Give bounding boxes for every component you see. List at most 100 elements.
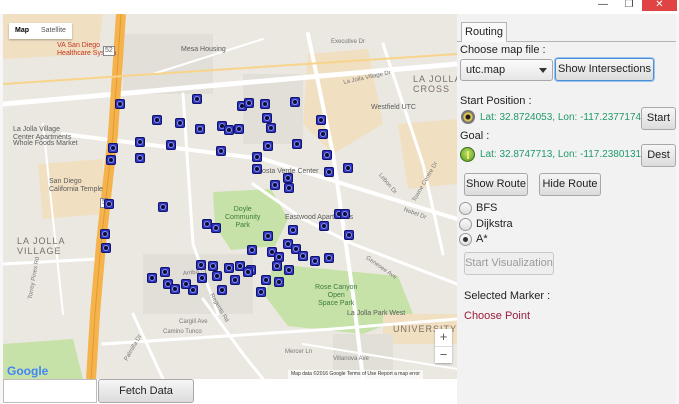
intersection-marker[interactable]	[283, 173, 293, 183]
start-visualization-button[interactable]: Start Visualization	[464, 252, 554, 275]
fetch-input[interactable]	[3, 379, 97, 403]
intersection-marker[interactable]	[266, 123, 276, 133]
intersection-marker[interactable]	[343, 163, 353, 173]
intersection-marker[interactable]	[284, 183, 294, 193]
close-button[interactable]: ✕	[642, 0, 677, 11]
intersection-marker[interactable]	[166, 140, 176, 150]
intersection-marker[interactable]	[192, 94, 202, 104]
intersection-marker[interactable]	[310, 256, 320, 266]
intersection-marker[interactable]	[108, 143, 118, 153]
intersection-marker[interactable]	[230, 275, 240, 285]
show-intersections-button[interactable]: Show Intersections	[555, 58, 654, 81]
map-label-la-jolla-cross: LA JOLLA CROSS	[413, 74, 457, 94]
intersection-marker[interactable]	[224, 125, 234, 135]
intersection-marker[interactable]	[100, 229, 110, 239]
map-label-rose-canyon: Rose Canyon Open Space Park	[315, 284, 358, 307]
intersection-marker[interactable]	[170, 284, 180, 294]
hide-route-button[interactable]: Hide Route	[539, 173, 601, 196]
map-label-westfield: Westfield UTC	[371, 104, 416, 111]
intersection-marker[interactable]	[147, 273, 157, 283]
start-position-label: Start Position :	[460, 95, 532, 107]
chevron-down-icon	[539, 68, 547, 73]
map-label-la-jolla-village: LA JOLLA VILLAGE	[17, 236, 66, 256]
intersection-marker[interactable]	[263, 231, 273, 241]
intersection-marker[interactable]	[224, 263, 234, 273]
intersection-marker[interactable]	[181, 279, 191, 289]
intersection-marker[interactable]	[252, 152, 262, 162]
radio-bfs-label: BFS	[476, 202, 498, 214]
intersection-marker[interactable]	[234, 124, 244, 134]
intersection-marker[interactable]	[256, 287, 266, 297]
intersection-marker[interactable]	[322, 150, 332, 160]
intersection-marker[interactable]	[247, 245, 257, 255]
intersection-marker[interactable]	[244, 98, 254, 108]
intersection-marker[interactable]	[288, 225, 298, 235]
window-titlebar	[0, 0, 679, 14]
minimize-button[interactable]: —	[590, 0, 616, 11]
goal-marker-icon	[460, 147, 475, 162]
goal-coordinates: Lat: 32.8747713, Lon: -117.2380131	[480, 149, 642, 160]
intersection-marker[interactable]	[319, 221, 329, 231]
map-type-map[interactable]: Map	[9, 23, 35, 39]
intersection-marker[interactable]	[197, 273, 207, 283]
radio-astar-label: A*	[476, 233, 488, 245]
intersection-marker[interactable]	[272, 261, 282, 271]
intersection-marker[interactable]	[211, 223, 221, 233]
intersection-marker[interactable]	[298, 251, 308, 261]
intersection-marker[interactable]	[340, 209, 350, 219]
intersection-marker[interactable]	[217, 285, 227, 295]
intersection-marker[interactable]	[292, 139, 302, 149]
map-view[interactable]: Map Satellite VA San Diego Healthcare Sy…	[3, 14, 457, 379]
intersection-marker[interactable]	[160, 267, 170, 277]
intersection-marker[interactable]	[262, 113, 272, 123]
intersection-marker[interactable]	[212, 271, 222, 281]
start-button[interactable]: Start	[641, 107, 676, 130]
radio-astar[interactable]	[459, 233, 472, 246]
intersection-marker[interactable]	[290, 97, 300, 107]
intersection-marker[interactable]	[135, 153, 145, 163]
intersection-marker[interactable]	[158, 202, 168, 212]
intersection-marker[interactable]	[261, 275, 271, 285]
intersection-marker[interactable]	[195, 124, 205, 134]
dest-button[interactable]: Dest	[641, 144, 676, 167]
map-label-executive-dr: Executive Dr	[331, 39, 366, 45]
map-attribution[interactable]: Map data ©2016 Google Terms of Use Repor…	[288, 370, 423, 379]
intersection-marker[interactable]	[318, 129, 328, 139]
intersection-marker[interactable]	[316, 115, 326, 125]
intersection-marker[interactable]	[101, 243, 111, 253]
map-label-mesa-housing: Mesa Housing	[181, 46, 226, 53]
intersection-marker[interactable]	[324, 167, 334, 177]
show-route-button[interactable]: Show Route	[464, 173, 528, 196]
intersection-marker[interactable]	[152, 115, 162, 125]
map-type-control[interactable]: Map Satellite	[9, 23, 72, 39]
intersection-marker[interactable]	[270, 180, 280, 190]
intersection-marker[interactable]	[252, 164, 262, 174]
map-label-camino-tunco: Camino Tunco	[163, 329, 202, 335]
intersection-marker[interactable]	[196, 260, 206, 270]
intersection-marker[interactable]	[284, 265, 294, 275]
intersection-marker[interactable]	[104, 199, 114, 209]
intersection-marker[interactable]	[243, 267, 253, 277]
zoom-in-button[interactable]: +	[435, 329, 452, 346]
intersection-marker[interactable]	[344, 230, 354, 240]
intersection-marker[interactable]	[263, 141, 273, 151]
fetch-data-button[interactable]: Fetch Data	[98, 379, 194, 403]
intersection-marker[interactable]	[106, 155, 116, 165]
intersection-marker[interactable]	[324, 253, 334, 263]
intersection-marker[interactable]	[175, 118, 185, 128]
intersection-marker[interactable]	[260, 99, 270, 109]
map-file-select[interactable]: utc.map	[460, 59, 553, 81]
zoom-control[interactable]: + −	[435, 329, 452, 363]
radio-dijkstra[interactable]	[459, 218, 472, 231]
intersection-marker[interactable]	[135, 137, 145, 147]
map-type-satellite[interactable]: Satellite	[35, 23, 72, 39]
intersection-marker[interactable]	[115, 99, 125, 109]
intersection-marker[interactable]	[274, 277, 284, 287]
intersection-marker[interactable]	[216, 146, 226, 156]
radio-bfs[interactable]	[459, 202, 472, 215]
tab-routing[interactable]: Routing	[461, 22, 507, 42]
maximize-button[interactable]: ❐	[616, 0, 642, 11]
zoom-out-button[interactable]: −	[435, 346, 452, 363]
intersection-marker[interactable]	[208, 261, 218, 271]
goal-label: Goal :	[460, 130, 490, 142]
